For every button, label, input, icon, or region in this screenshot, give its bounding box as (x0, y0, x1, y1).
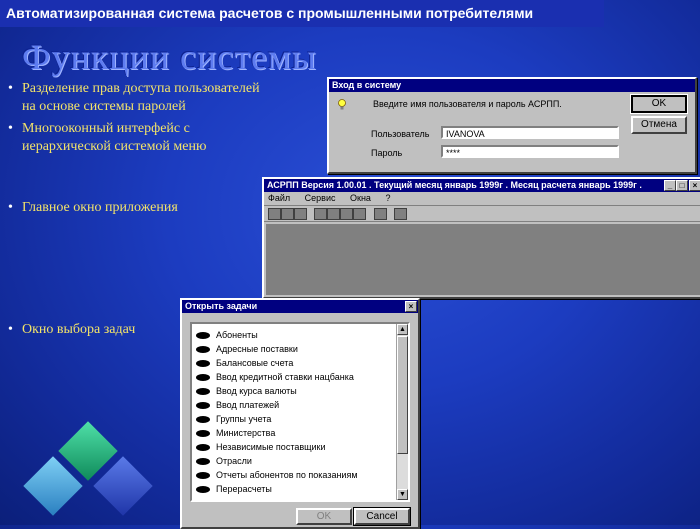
list-item[interactable]: Министерства (196, 426, 275, 440)
bullet-dot-icon: • (8, 200, 13, 215)
main-titlebar[interactable]: АСРПП Версия 1.00.01 . Текущий месяц янв… (264, 179, 700, 192)
tasks-scrollbar[interactable]: ▲ ▼ (396, 324, 408, 500)
toolbar-cascade-icon[interactable] (314, 208, 327, 220)
toolbar-open-icon[interactable] (268, 208, 281, 220)
item-oval-icon (196, 374, 210, 382)
list-item[interactable]: Абоненты (196, 328, 258, 342)
user-label: Пользователь (371, 129, 430, 139)
main-app-window: АСРПП Версия 1.00.01 . Текущий месяц янв… (262, 177, 700, 299)
lightbulb-icon (337, 99, 347, 111)
toolbar (264, 206, 700, 222)
password-label: Пароль (371, 148, 403, 158)
bullet-item: • Разделение прав доступа пользователей … (8, 80, 260, 116)
bullet-item: • Окно выбора задач (8, 321, 135, 339)
login-title: Вход в систему (332, 80, 402, 90)
bullet-dot-icon: • (8, 81, 13, 96)
item-oval-icon (196, 388, 210, 396)
list-item[interactable]: Ввод платежей (196, 398, 279, 412)
bullet-item: • Главное окно приложения (8, 199, 178, 217)
menu-help[interactable]: ? (385, 193, 390, 203)
bullet-text: Окно выбора задач (22, 322, 136, 337)
item-oval-icon (196, 430, 210, 438)
bullet-item: • Многооконный интерфейс с иерархической… (8, 120, 206, 156)
list-item[interactable]: Балансовые счета (196, 356, 293, 370)
item-oval-icon (196, 402, 210, 410)
item-oval-icon (196, 332, 210, 340)
toolbar-arrange-icon[interactable] (353, 208, 366, 220)
toolbar-key-icon[interactable] (294, 208, 307, 220)
menu-windows[interactable]: Окна (350, 193, 371, 203)
list-item[interactable]: Отрасли (196, 454, 252, 468)
item-oval-icon (196, 444, 210, 452)
list-item[interactable]: Перерасчеты (196, 482, 272, 496)
menu-bar: Файл Сервис Окна ? (264, 192, 700, 206)
bullet-dot-icon: • (8, 322, 13, 337)
toolbar-tile-v-icon[interactable] (340, 208, 353, 220)
list-item[interactable]: Группы учета (196, 412, 271, 426)
bullet-text: на основе системы паролей (22, 99, 186, 114)
bullet-text: иерархической системой меню (22, 139, 207, 154)
close-icon[interactable]: × (689, 180, 700, 191)
tasks-titlebar[interactable]: Открыть задачи × (182, 300, 418, 313)
list-item[interactable]: Адресные поставки (196, 342, 298, 356)
tasks-ok-button[interactable]: OK (296, 508, 352, 525)
toolbar-settings-icon[interactable] (374, 208, 387, 220)
maximize-icon[interactable]: □ (676, 180, 688, 191)
login-ok-button[interactable]: OK (630, 94, 688, 114)
item-oval-icon (196, 360, 210, 368)
presentation-header: Автоматизированная система расчетов с пр… (0, 0, 604, 27)
tasks-listbox[interactable]: Абоненты Адресные поставки Балансовые сч… (190, 322, 410, 502)
list-item[interactable]: Ввод кредитной ставки нацбанка (196, 370, 354, 384)
scroll-up-icon[interactable]: ▲ (397, 324, 408, 335)
bullet-text: Главное окно приложения (22, 200, 178, 215)
toolbar-refresh-icon[interactable] (281, 208, 294, 220)
password-field[interactable]: **** (441, 145, 619, 158)
list-item[interactable]: Независимые поставщики (196, 440, 326, 454)
login-cancel-button[interactable]: Отмена (631, 116, 687, 134)
item-oval-icon (196, 458, 210, 466)
item-oval-icon (196, 416, 210, 424)
scroll-down-icon[interactable]: ▼ (397, 489, 408, 500)
main-title: АСРПП Версия 1.00.01 . Текущий месяц янв… (267, 180, 642, 190)
bullet-text: Многооконный интерфейс с (22, 121, 190, 136)
scroll-thumb[interactable] (397, 336, 408, 454)
list-item[interactable]: Ввод курса валюты (196, 384, 297, 398)
tasks-title: Открыть задачи (185, 301, 258, 311)
menu-service[interactable]: Сервис (305, 193, 336, 203)
item-oval-icon (196, 472, 210, 480)
bullet-dot-icon: • (8, 121, 13, 136)
login-prompt: Введите имя пользователя и пароль АСРПП. (373, 99, 562, 109)
bullet-text: Разделение прав доступа пользователей (22, 81, 260, 96)
login-dialog: Вход в систему Введите имя пользователя … (327, 77, 697, 174)
menu-file[interactable]: Файл (268, 193, 290, 203)
tasks-dialog: Открыть задачи × Абоненты Адресные поста… (180, 298, 420, 529)
slide-title: Функции системы (22, 37, 317, 77)
mdi-workspace[interactable] (266, 224, 700, 295)
toolbar-tile-h-icon[interactable] (327, 208, 340, 220)
item-oval-icon (196, 486, 210, 494)
tasks-cancel-button[interactable]: Cancel (353, 507, 411, 526)
username-field[interactable]: IVANOVA (441, 126, 619, 139)
close-icon[interactable]: × (405, 301, 417, 312)
toolbar-exit-icon[interactable] (394, 208, 407, 220)
list-item[interactable]: Отчеты абонентов по показаниям (196, 468, 358, 482)
minimize-icon[interactable]: _ (664, 180, 676, 191)
login-titlebar[interactable]: Вход в систему (329, 79, 695, 92)
item-oval-icon (196, 346, 210, 354)
